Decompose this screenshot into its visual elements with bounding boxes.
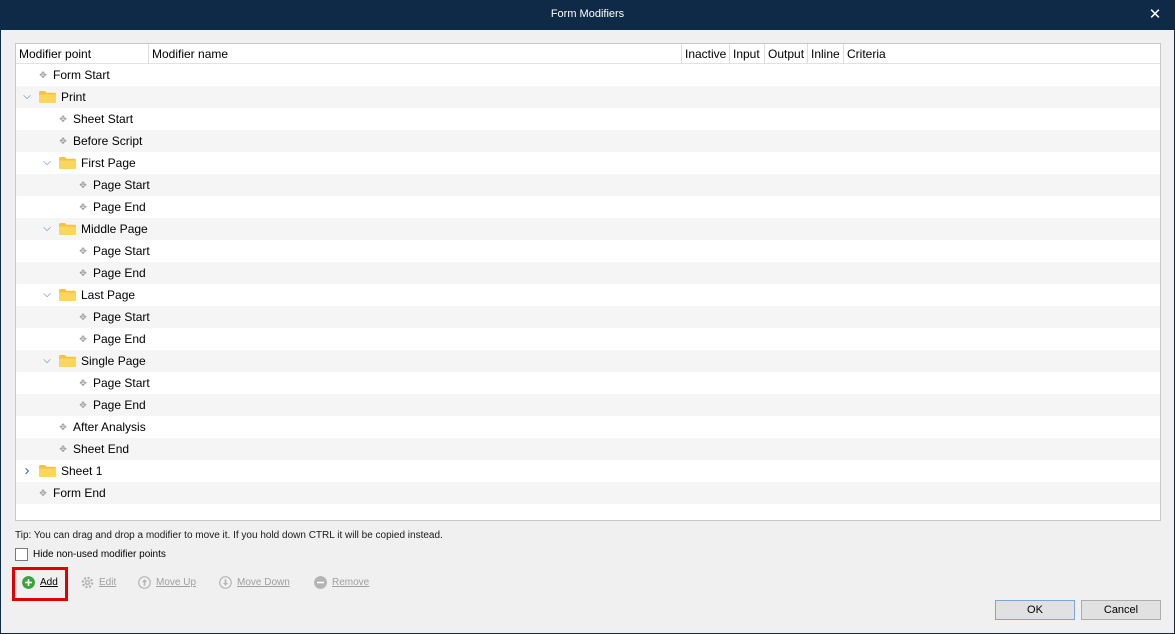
modifier-point-icon: ✥	[79, 202, 87, 212]
column-header-input[interactable]: Input	[730, 44, 765, 64]
window-title: Form Modifiers	[550, 8, 625, 20]
tree-leaf-row[interactable]: ✥ Before Script	[16, 130, 1160, 152]
chevron-down-icon[interactable]: ⌵	[21, 86, 33, 108]
tree-leaf-row[interactable]: ✥ After Analysis	[16, 416, 1160, 438]
tree-leaf-row[interactable]: ✥ Page End	[16, 394, 1160, 416]
minus-icon	[314, 576, 327, 589]
tree-leaf-row[interactable]: ✥ Form Start	[16, 64, 1160, 86]
tree-leaf-row[interactable]: ✥ Page Start	[16, 174, 1160, 196]
tree-item-label: Page End	[93, 398, 146, 412]
chevron-down-icon[interactable]: ⌵	[41, 218, 53, 240]
tree-folder-row[interactable]: ⌵ Last Page	[16, 284, 1160, 306]
tree-item-label: Sheet 1	[61, 464, 103, 478]
tree-folder-row[interactable]: ⌵ First Page	[16, 152, 1160, 174]
tree-item-label: Last Page	[81, 288, 136, 302]
tree-item-label: Before Script	[73, 134, 143, 148]
modifier-point-icon: ✥	[39, 70, 47, 80]
modifier-point-icon: ✥	[59, 444, 67, 454]
grid-header: Modifier point Modifier name Inactive In…	[16, 44, 1160, 64]
tree-item-label: Page Start	[93, 244, 150, 258]
folder-icon	[59, 289, 76, 301]
modifier-point-icon: ✥	[59, 422, 67, 432]
column-header-modifier-point[interactable]: Modifier point	[16, 44, 149, 64]
chevron-down-icon[interactable]: ⌵	[41, 284, 53, 306]
tree-item-label: Page Start	[93, 376, 150, 390]
add-icon	[22, 576, 35, 589]
tree-item-label: Page Start	[93, 310, 150, 324]
modifier-point-icon: ✥	[59, 114, 67, 124]
tree-leaf-row[interactable]: ✥ Page End	[16, 196, 1160, 218]
arrow-down-icon	[219, 576, 232, 589]
ok-button[interactable]: OK	[995, 600, 1075, 620]
tree-folder-row[interactable]: ⌵ Single Page	[16, 350, 1160, 372]
modifier-point-icon: ✥	[59, 136, 67, 146]
hide-non-used-label[interactable]: Hide non-used modifier points	[33, 549, 166, 560]
tree-item-label: Page End	[93, 332, 146, 346]
tree-folder-row[interactable]: ⌵ Print	[16, 86, 1160, 108]
folder-icon	[59, 355, 76, 367]
close-icon[interactable]: ✕	[1145, 5, 1165, 25]
tree-leaf-row[interactable]: ✥ Page Start	[16, 372, 1160, 394]
remove-button-label: Remove	[332, 577, 370, 588]
modifier-point-icon: ✥	[79, 246, 87, 256]
modifier-point-icon: ✥	[39, 488, 47, 498]
tree-leaf-row[interactable]: ✥ Page End	[16, 328, 1160, 350]
modifier-point-icon: ✥	[79, 312, 87, 322]
modifier-point-icon: ✥	[79, 180, 87, 190]
chevron-down-icon[interactable]: ⌵	[41, 152, 53, 174]
tree-item-label: Form End	[53, 486, 106, 500]
edit-button-label: Edit	[99, 577, 117, 588]
move-up-button-label: Move Up	[156, 577, 197, 588]
tree-folder-row[interactable]: › Sheet 1	[16, 460, 1160, 482]
tree-leaf-row[interactable]: ✥ Page Start	[16, 240, 1160, 262]
column-header-output[interactable]: Output	[765, 44, 808, 64]
tree-leaf-row[interactable]: ✥ Page End	[16, 262, 1160, 284]
column-header-inactive[interactable]: Inactive	[682, 44, 730, 64]
tree-item-label: Form Start	[53, 68, 110, 82]
folder-icon	[39, 91, 56, 103]
tree-item-label: Sheet Start	[73, 112, 134, 126]
tree-item-label: After Analysis	[73, 420, 146, 434]
tree-item-label: Sheet End	[73, 442, 130, 456]
tree-leaf-row[interactable]: ✥ Page Start	[16, 306, 1160, 328]
title-bar: Form Modifiers ✕	[0, 0, 1175, 30]
tree-item-label: Single Page	[81, 354, 146, 368]
chevron-right-icon[interactable]: ›	[21, 460, 33, 482]
tree-item-label: Page End	[93, 266, 146, 280]
tree-item-label: Middle Page	[81, 222, 148, 236]
folder-icon	[59, 223, 76, 235]
tip-text: Tip: You can drag and drop a modifier to…	[15, 530, 443, 541]
chevron-down-icon[interactable]: ⌵	[41, 350, 53, 372]
tree-item-label: Page Start	[93, 178, 150, 192]
folder-icon	[59, 157, 76, 169]
move-down-button-label: Move Down	[237, 577, 290, 588]
add-button-label: Add	[40, 577, 58, 588]
modifier-point-icon: ✥	[79, 268, 87, 278]
tree-item-label: Page End	[93, 200, 146, 214]
hide-non-used-checkbox[interactable]	[15, 548, 28, 561]
tree-folder-row[interactable]: ⌵ Middle Page	[16, 218, 1160, 240]
modifier-point-icon: ✥	[79, 378, 87, 388]
tree-item-label: First Page	[81, 156, 136, 170]
tree-leaf-row[interactable]: ✥ Sheet Start	[16, 108, 1160, 130]
tree-item-label: Print	[61, 90, 86, 104]
column-header-criteria[interactable]: Criteria	[844, 44, 1160, 64]
modifier-tree-grid[interactable]: Modifier point Modifier name Inactive In…	[15, 43, 1161, 521]
tree-leaf-row[interactable]: ✥ Form End	[16, 482, 1160, 504]
gear-icon	[81, 576, 94, 589]
column-header-modifier-name[interactable]: Modifier name	[149, 44, 682, 64]
modifier-point-icon: ✥	[79, 400, 87, 410]
column-header-inline[interactable]: Inline	[808, 44, 844, 64]
folder-icon	[39, 465, 56, 477]
cancel-button[interactable]: Cancel	[1081, 600, 1161, 620]
modifier-point-icon: ✥	[79, 334, 87, 344]
arrow-up-icon	[138, 576, 151, 589]
tree-rows: ✥ Form Start ⌵ Print ✥ Sheet Start ✥ Before Scr…	[16, 64, 1160, 504]
tree-leaf-row[interactable]: ✥ Sheet End	[16, 438, 1160, 460]
